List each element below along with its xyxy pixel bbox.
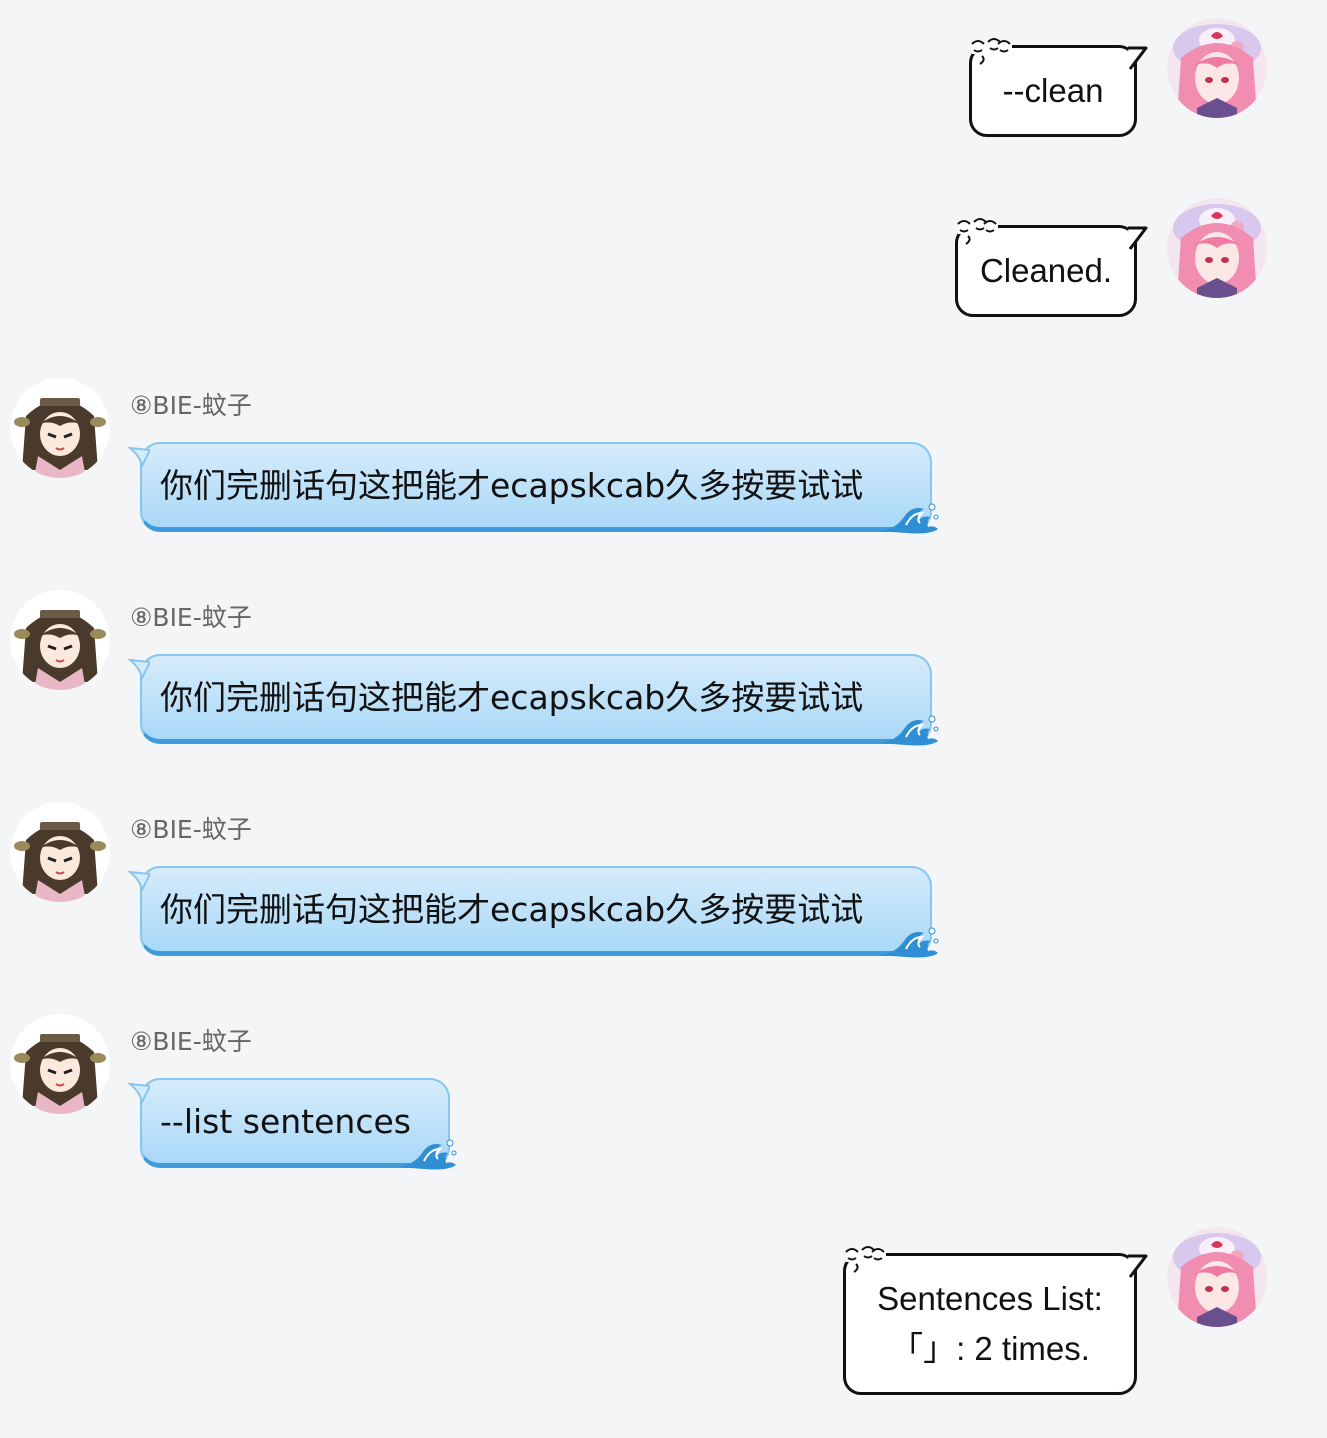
message-bubble-incoming[interactable]: 你们完删话句这把能才ecapskcab久多按要试试 [140, 866, 932, 956]
sender-name: ⑧BIE-蚊子 [130, 1027, 252, 1056]
message-bubble-incoming[interactable]: 你们完删话句这把能才ecapskcab久多按要试试 [140, 654, 932, 744]
bubble-tail-icon [1128, 225, 1148, 251]
face-decoration-icon [968, 34, 1016, 68]
message-bubble-incoming[interactable]: --list sentences [140, 1078, 450, 1168]
sender-name: ⑧BIE-蚊子 [130, 391, 252, 420]
bubble-tail-icon [128, 446, 150, 468]
brown-hair-avatar-icon[interactable] [10, 1014, 110, 1114]
sender-name: ⑧BIE-蚊子 [130, 603, 252, 632]
message-bubble-outgoing[interactable]: --clean [969, 45, 1137, 137]
message-bubble-outgoing[interactable]: Sentences List: 「」: 2 times. [843, 1253, 1137, 1395]
message-text-line: Sentences List: [877, 1280, 1103, 1317]
wave-decoration-icon [876, 495, 940, 535]
message-text: 你们完删话句这把能才ecapskcab久多按要试试 [160, 890, 864, 929]
brown-hair-avatar-icon[interactable] [10, 590, 110, 690]
bubble-tail-icon [1128, 45, 1148, 71]
message-text: --list sentences [160, 1102, 411, 1141]
pink-hair-avatar-icon[interactable] [1167, 18, 1267, 118]
wave-decoration-icon [394, 1131, 458, 1171]
message-text: 你们完删话句这把能才ecapskcab久多按要试试 [160, 678, 864, 717]
sender-name: ⑧BIE-蚊子 [130, 815, 252, 844]
bubble-tail-icon [1128, 1253, 1148, 1279]
message-text: --clean [1002, 72, 1104, 109]
wave-decoration-icon [876, 707, 940, 747]
brown-hair-avatar-icon[interactable] [10, 378, 110, 478]
message-bubble-outgoing[interactable]: Cleaned. [955, 225, 1137, 317]
message-text: Cleaned. [979, 252, 1113, 289]
bubble-tail-icon [128, 870, 150, 892]
pink-hair-avatar-icon[interactable] [1167, 1227, 1267, 1327]
bubble-tail-icon [128, 658, 150, 680]
face-decoration-icon [842, 1242, 890, 1276]
message-bubble-incoming[interactable]: 你们完删话句这把能才ecapskcab久多按要试试 [140, 442, 932, 532]
brown-hair-avatar-icon[interactable] [10, 802, 110, 902]
wave-decoration-icon [876, 919, 940, 959]
face-decoration-icon [954, 214, 1002, 248]
message-text-line: 「」: 2 times. [890, 1330, 1090, 1367]
bubble-tail-icon [128, 1082, 150, 1104]
message-text: 你们完删话句这把能才ecapskcab久多按要试试 [160, 466, 864, 505]
pink-hair-avatar-icon[interactable] [1167, 198, 1267, 298]
